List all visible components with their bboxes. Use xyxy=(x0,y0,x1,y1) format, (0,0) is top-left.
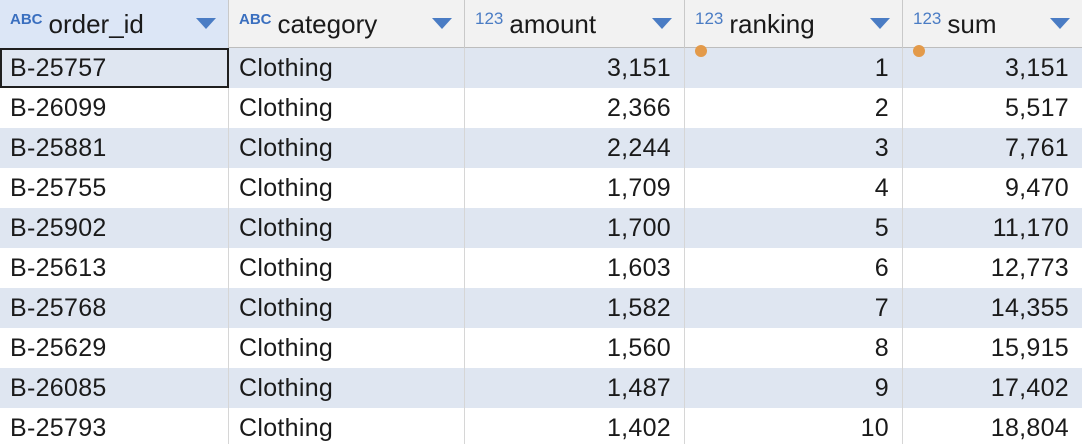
cell-category[interactable]: Clothing xyxy=(229,168,465,208)
number-type-icon: 123 xyxy=(695,9,724,28)
cell-order-id[interactable]: B-25881 xyxy=(0,128,229,168)
cell-ranking[interactable]: 10 xyxy=(685,408,903,444)
cell-sum[interactable]: 5,517 xyxy=(903,88,1082,128)
column-header-ranking[interactable]: 123 ranking xyxy=(685,0,903,57)
cell-ranking[interactable]: 2 xyxy=(685,88,903,128)
column-header-category[interactable]: ABC category xyxy=(229,0,465,48)
cell-category[interactable]: Clothing xyxy=(229,208,465,248)
cell-ranking[interactable]: 6 xyxy=(685,248,903,288)
cell-category[interactable]: Clothing xyxy=(229,128,465,168)
cell-sum[interactable]: 18,804 xyxy=(903,408,1082,444)
cell-category[interactable]: Clothing xyxy=(229,88,465,128)
cell-order-id[interactable]: B-26085 xyxy=(0,368,229,408)
cell-category[interactable]: Clothing xyxy=(229,288,465,328)
cell-amount[interactable]: 2,366 xyxy=(465,88,685,128)
table-row[interactable]: B-25881 Clothing 2,244 3 7,761 xyxy=(0,128,1082,168)
column-header-row: ABC order_id ABC category 123 amount 123… xyxy=(0,0,1082,57)
column-header-order-id[interactable]: ABC order_id xyxy=(0,0,229,48)
cell-category[interactable]: Clothing xyxy=(229,328,465,368)
cell-category[interactable]: Clothing xyxy=(229,368,465,408)
cell-order-id[interactable]: B-25902 xyxy=(0,208,229,248)
cell-ranking[interactable]: 4 xyxy=(685,168,903,208)
cell-amount[interactable]: 1,709 xyxy=(465,168,685,208)
chevron-down-icon[interactable] xyxy=(196,18,216,29)
column-header-label: category xyxy=(277,8,378,39)
cell-amount[interactable]: 1,582 xyxy=(465,288,685,328)
cell-ranking[interactable]: 9 xyxy=(685,368,903,408)
table-row[interactable]: B-25629 Clothing 1,560 8 15,915 xyxy=(0,328,1082,368)
cell-sum[interactable]: 15,915 xyxy=(903,328,1082,368)
number-type-icon: 123 xyxy=(913,9,942,28)
cell-amount[interactable]: 3,151 xyxy=(465,48,685,88)
cell-category[interactable]: Clothing xyxy=(229,48,465,88)
column-header-label: ranking xyxy=(729,8,815,39)
cell-amount[interactable]: 1,603 xyxy=(465,248,685,288)
cell-ranking[interactable]: 5 xyxy=(685,208,903,248)
text-type-icon: ABC xyxy=(239,10,272,28)
cell-order-id[interactable]: B-26099 xyxy=(0,88,229,128)
cell-sum[interactable]: 11,170 xyxy=(903,208,1082,248)
text-type-icon: ABC xyxy=(10,10,43,28)
computed-column-icon xyxy=(913,45,925,57)
table-row[interactable]: B-25613 Clothing 1,603 6 12,773 xyxy=(0,248,1082,288)
chevron-down-icon[interactable] xyxy=(870,18,890,29)
cell-sum[interactable]: 14,355 xyxy=(903,288,1082,328)
cell-ranking[interactable]: 3 xyxy=(685,128,903,168)
chevron-down-icon[interactable] xyxy=(652,18,672,29)
table-row[interactable]: B-25793 Clothing 1,402 10 18,804 xyxy=(0,408,1082,444)
cell-sum[interactable]: 12,773 xyxy=(903,248,1082,288)
cell-order-id[interactable]: B-25613 xyxy=(0,248,229,288)
column-header-label: sum xyxy=(947,8,997,39)
table-row[interactable]: B-25768 Clothing 1,582 7 14,355 xyxy=(0,288,1082,328)
computed-column-icon xyxy=(695,45,707,57)
table-row[interactable]: B-26085 Clothing 1,487 9 17,402 xyxy=(0,368,1082,408)
cell-order-id[interactable]: B-25755 xyxy=(0,168,229,208)
cell-ranking[interactable]: 1 xyxy=(685,48,903,88)
column-header-amount[interactable]: 123 amount xyxy=(465,0,685,48)
cell-amount[interactable]: 1,560 xyxy=(465,328,685,368)
cell-sum[interactable]: 9,470 xyxy=(903,168,1082,208)
column-header-sum[interactable]: 123 sum xyxy=(903,0,1082,57)
cell-sum[interactable]: 7,761 xyxy=(903,128,1082,168)
table-row[interactable]: B-25902 Clothing 1,700 5 11,170 xyxy=(0,208,1082,248)
cell-amount[interactable]: 1,487 xyxy=(465,368,685,408)
cell-order-id[interactable]: B-25757 xyxy=(0,48,229,88)
cell-order-id[interactable]: B-25768 xyxy=(0,288,229,328)
cell-ranking[interactable]: 7 xyxy=(685,288,903,328)
cell-amount[interactable]: 2,244 xyxy=(465,128,685,168)
cell-sum[interactable]: 17,402 xyxy=(903,368,1082,408)
cell-category[interactable]: Clothing xyxy=(229,408,465,444)
chevron-down-icon[interactable] xyxy=(432,18,452,29)
cell-sum[interactable]: 3,151 xyxy=(903,48,1082,88)
column-header-label: amount xyxy=(509,8,597,39)
cell-amount[interactable]: 1,402 xyxy=(465,408,685,444)
table-row[interactable]: B-26099 Clothing 2,366 2 5,517 xyxy=(0,88,1082,128)
cell-order-id[interactable]: B-25793 xyxy=(0,408,229,444)
cell-amount[interactable]: 1,700 xyxy=(465,208,685,248)
grid-body: B-25757 Clothing 3,151 1 3,151 B-26099 C… xyxy=(0,48,1082,444)
cell-category[interactable]: Clothing xyxy=(229,248,465,288)
number-type-icon: 123 xyxy=(475,9,504,28)
chevron-down-icon[interactable] xyxy=(1050,18,1070,29)
results-grid: ABC order_id ABC category 123 amount 123… xyxy=(0,0,1082,444)
cell-order-id[interactable]: B-25629 xyxy=(0,328,229,368)
column-header-label: order_id xyxy=(48,8,144,39)
table-row[interactable]: B-25755 Clothing 1,709 4 9,470 xyxy=(0,168,1082,208)
cell-ranking[interactable]: 8 xyxy=(685,328,903,368)
